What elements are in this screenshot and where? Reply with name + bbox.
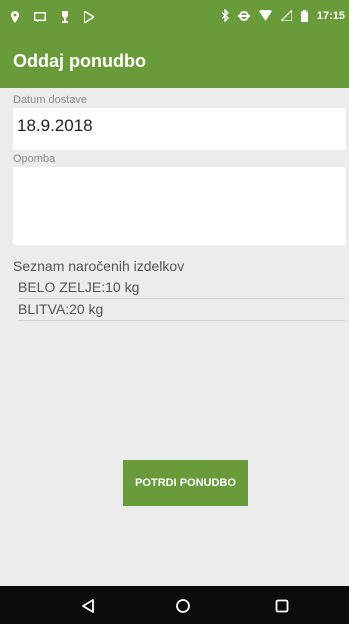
location-icon [11,11,19,23]
order-list-title: Seznam naročenih izdelkov [13,258,185,274]
confirm-offer-button[interactable]: POTRDI PONUDBO [123,460,248,506]
system-icons: 17:15 [221,9,345,22]
recents-icon[interactable] [271,595,293,617]
signal-icon [280,10,292,21]
list-item[interactable]: BELO ZELJE:10 kg [18,277,346,299]
back-icon[interactable] [77,595,99,617]
status-bar: 17:15 [0,0,349,36]
play-store-icon [84,11,94,23]
page-title: Oddaj ponudbo [13,51,146,71]
delivery-date-label: Datum dostave [13,94,87,106]
message-icon [34,11,46,22]
note-value [13,167,346,175]
trophy-icon [62,11,68,23]
home-icon[interactable] [172,595,194,617]
bluetooth-icon [221,9,229,22]
delivery-date-field[interactable]: 18.9.2018 [13,108,346,150]
app-bar: Oddaj ponudbo [0,36,349,88]
delivery-date-value: 18.9.2018 [17,116,93,135]
data-sync-icon [237,10,250,21]
wifi-icon [258,10,272,21]
list-item[interactable]: BLITVA:20 kg [18,299,346,321]
status-time: 17:15 [316,9,345,22]
notification-icons [10,11,94,23]
note-field[interactable] [13,167,346,245]
battery-icon [300,9,308,22]
note-label: Opomba [13,153,56,165]
navigation-bar [0,586,349,624]
